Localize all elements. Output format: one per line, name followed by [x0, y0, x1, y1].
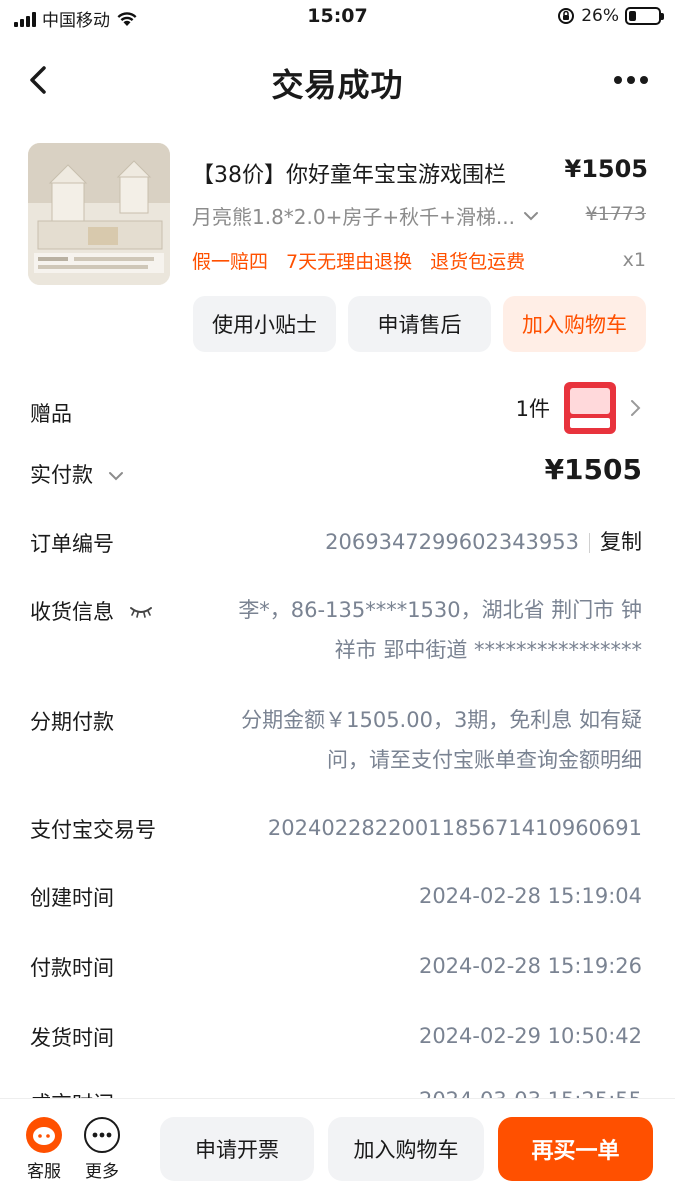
created-row: 创建时间 2024-02-28 15:19:04	[30, 876, 642, 916]
status-bar: 中国移动 15:07 26%	[0, 0, 675, 36]
after-sale-button[interactable]: 申请售后	[348, 296, 491, 352]
alipay-label: 支付宝交易号	[30, 818, 156, 842]
payment-time-row: 付款时间 2024-02-28 15:19:26	[30, 946, 642, 986]
chevron-down-icon	[108, 472, 123, 481]
tips-button[interactable]: 使用小贴士	[193, 296, 336, 352]
service-tag: 假一赔四	[192, 251, 269, 273]
product-sku[interactable]: 月亮熊1.8*2.0+房子+秋千+滑梯...	[192, 201, 539, 230]
more-icon	[84, 1117, 120, 1153]
shipped-row: 发货时间 2024-02-29 10:50:42	[30, 1016, 642, 1056]
bottom-bar: 客服 更多 申请开票 加入购物车 再买一单	[0, 1098, 675, 1200]
more-button[interactable]: 更多	[72, 1117, 132, 1182]
shipping-value: 李*，86-135****1530，湖北省 荆门市 钟 祥市 郢中街道 ****…	[192, 590, 642, 670]
paid-row[interactable]: 实付款 ¥1505	[30, 453, 642, 489]
gift-image	[564, 382, 616, 434]
eye-closed-icon[interactable]	[129, 605, 153, 619]
service-tags: 假一赔四 7天无理由退换 退货包运费	[192, 247, 525, 274]
shipping-line-1: 李*，86-135****1530，湖北省 荆门市 钟	[238, 598, 642, 622]
dot-icon	[640, 76, 648, 84]
gift-detail[interactable]: 1件	[516, 382, 642, 434]
chevron-down-icon	[523, 211, 538, 220]
rotation-lock-icon	[558, 8, 575, 24]
product-actions: 使用小贴士 申请售后 加入购物车	[193, 296, 646, 352]
product-image[interactable]	[28, 143, 170, 285]
divider	[589, 533, 590, 553]
order-number-wrap: 2069347299602343953 复制	[325, 522, 642, 562]
chevron-right-icon	[631, 400, 641, 416]
buy-again-button[interactable]: 再买一单	[498, 1117, 653, 1181]
invoice-button[interactable]: 申请开票	[160, 1117, 314, 1181]
installment-row: 分期付款 分期金额￥1505.00，3期，免利息 如有疑 问，请至支付宝账单查询…	[30, 700, 642, 780]
product-price: ¥1505	[564, 155, 649, 183]
service-tag: 7天无理由退换	[286, 251, 413, 273]
payment-time-label: 付款时间	[30, 956, 114, 980]
shipping-label-wrap: 收货信息	[30, 596, 153, 626]
shipping-row: 收货信息 李*，86-135****1530，湖北省 荆门市 钟 祥市 郢中街道…	[30, 590, 642, 670]
created-label: 创建时间	[30, 886, 114, 910]
more-options-button[interactable]	[607, 60, 655, 100]
alipay-row: 支付宝交易号 2024022822001185671410960691	[30, 808, 642, 848]
installment-value: 分期金额￥1505.00，3期，免利息 如有疑 问，请至支付宝账单查询金额明细	[192, 700, 642, 780]
customer-service-button[interactable]: 客服	[14, 1117, 74, 1182]
alipay-number: 2024022822001185671410960691	[267, 816, 642, 840]
gift-count: 1件	[515, 397, 550, 421]
copy-button[interactable]: 复制	[600, 530, 642, 554]
installment-label: 分期付款	[30, 710, 114, 734]
original-price: ¥1773	[585, 203, 646, 225]
dot-icon	[614, 76, 622, 84]
shipped-label: 发货时间	[30, 1026, 114, 1050]
dot-icon	[627, 76, 635, 84]
shipped-time: 2024-02-29 10:50:42	[418, 1024, 642, 1048]
gift-label: 赠品	[30, 402, 72, 426]
order-number: 2069347299602343953	[325, 530, 579, 554]
add-to-cart-button[interactable]: 加入购物车	[503, 296, 646, 352]
created-time: 2024-02-28 15:19:04	[418, 884, 642, 908]
paid-amount: ¥1505	[544, 453, 642, 486]
playpen-illustration	[28, 143, 170, 285]
page-title: 交易成功	[271, 66, 404, 104]
product-quantity: x1	[622, 249, 646, 271]
order-number-row: 订单编号 2069347299602343953 复制	[30, 522, 642, 562]
bottom-add-to-cart-button[interactable]: 加入购物车	[328, 1117, 484, 1181]
paid-label-wrap[interactable]: 实付款	[30, 459, 124, 489]
customer-service-icon	[26, 1117, 62, 1153]
installment-line-2: 问，请至支付宝账单查询金额明细	[327, 748, 642, 772]
order-number-label: 订单编号	[30, 532, 114, 556]
customer-service-label: 客服	[27, 1162, 61, 1182]
battery-icon	[625, 7, 664, 25]
sku-text: 月亮熊1.8*2.0+房子+秋千+滑梯...	[192, 205, 515, 229]
installment-line-1: 分期金额￥1505.00，3期，免利息 如有疑	[241, 708, 642, 732]
battery-percent: 26%	[581, 6, 619, 26]
payment-time: 2024-02-28 15:19:26	[418, 954, 642, 978]
shipping-line-2: 祥市 郢中街道 ****************	[334, 638, 642, 662]
product-title[interactable]: 【38价】你好童年宝宝游戏围栏	[192, 157, 506, 189]
paid-label: 实付款	[30, 463, 93, 487]
shipping-label: 收货信息	[30, 600, 114, 624]
navigation-bar: 交易成功	[0, 44, 675, 120]
status-right: 26%	[557, 6, 664, 26]
service-tag: 退货包运费	[430, 251, 526, 273]
gift-row[interactable]: 赠品 1件	[30, 382, 642, 434]
more-label: 更多	[85, 1162, 119, 1182]
